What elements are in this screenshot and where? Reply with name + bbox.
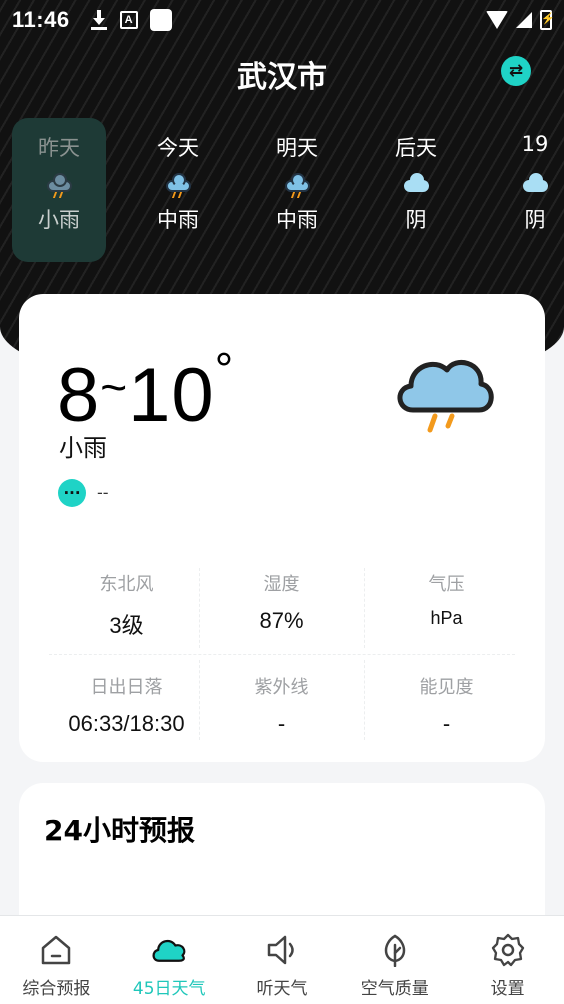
speaker-icon — [264, 932, 300, 968]
nav-label: 听天气 — [256, 979, 308, 999]
city-title[interactable]: 武汉市 — [0, 52, 564, 96]
cloud-icon — [520, 172, 550, 194]
metric-label: 气压 — [428, 574, 465, 595]
divider — [199, 660, 200, 740]
swap-icon: ⇄ — [508, 60, 524, 81]
nav-label: 综合预报 — [22, 979, 91, 999]
day-name: 19 — [521, 132, 549, 156]
battery-charging-icon — [540, 10, 555, 30]
day-item-yesterday[interactable]: 昨天 小雨 — [12, 118, 106, 262]
nav-item-air-quality[interactable]: 空气质量 — [338, 916, 451, 1004]
nav-item-45-day[interactable]: 45日天气 — [113, 916, 226, 1004]
metric-value: 87% — [259, 608, 304, 633]
bottom-nav: 综合预报 45日天气 听天气 空气质量 设置 — [0, 915, 564, 1004]
metric-label: 东北风 — [99, 574, 154, 595]
day-item-today[interactable]: 今天 中雨 — [131, 118, 225, 262]
notice-text: -- — [97, 483, 109, 502]
status-bar: 11:46 A — [0, 0, 564, 40]
switch-city-button[interactable]: ⇄ — [501, 56, 531, 86]
metric-label: 湿度 — [263, 574, 300, 595]
metric-pressure: 气压 hPa — [369, 564, 524, 644]
metric-humidity: 湿度 87% — [204, 564, 359, 644]
rain-cloud-icon — [163, 172, 193, 198]
signal-icon — [516, 12, 532, 28]
metric-wind: 东北风 3级 — [49, 564, 204, 644]
nav-label: 45日天气 — [132, 979, 206, 999]
metric-label: 能见度 — [419, 677, 474, 698]
notification-square-icon — [149, 9, 172, 31]
day-condition: 中雨 — [157, 208, 199, 232]
day-condition: 阴 — [524, 208, 546, 232]
days-row: 昨天 小雨 今天 中雨 明天 中雨 后天 阴 19 阴 — [0, 118, 564, 262]
current-weather-card: 8~10° 小雨 ··· -- 东北风 3级 湿度 87% 气压 hPa 日出日… — [19, 294, 545, 762]
day-name: 昨天 — [38, 136, 80, 160]
metric-visibility: 能见度 - — [369, 667, 524, 747]
rain-cloud-large-icon — [397, 360, 494, 433]
nav-label: 设置 — [490, 979, 525, 999]
day-condition: 阴 — [405, 208, 427, 232]
gear-icon — [490, 932, 526, 968]
metric-uv: 紫外线 - — [204, 667, 359, 747]
temp-tilde: ~ — [100, 361, 129, 413]
nav-item-settings[interactable]: 设置 — [451, 916, 564, 1004]
status-time: 11:46 — [12, 7, 70, 32]
metric-value: - — [277, 711, 286, 736]
temperature-range: 8~10° — [57, 342, 234, 439]
a-badge-icon: A — [119, 11, 138, 29]
leaf-icon — [377, 932, 413, 968]
forecast-title: 24小时预报 — [44, 814, 195, 847]
rain-cloud-icon — [282, 172, 312, 198]
nav-item-overview[interactable]: 综合预报 — [0, 916, 113, 1004]
temp-low: 8 — [57, 353, 101, 438]
home-icon — [38, 932, 74, 968]
metric-label: 日出日落 — [90, 677, 163, 698]
day-item-19[interactable]: 19 阴 — [488, 118, 564, 262]
metric-sunrise-sunset: 日出日落 06:33/18:30 — [49, 667, 204, 747]
metric-value: hPa — [430, 608, 463, 628]
day-name: 明天 — [276, 136, 318, 160]
rain-cloud-icon — [44, 172, 74, 198]
cloud-icon — [151, 932, 187, 968]
metric-value: - — [442, 711, 451, 736]
wifi-icon — [486, 11, 508, 29]
day-item-day-after[interactable]: 后天 阴 — [369, 118, 463, 262]
temp-high: 10 — [128, 353, 215, 438]
divider — [199, 568, 200, 648]
metric-label: 紫外线 — [254, 677, 309, 698]
divider — [364, 660, 365, 740]
day-name: 后天 — [395, 136, 437, 160]
current-condition: 小雨 — [59, 434, 107, 462]
download-icon — [90, 10, 108, 30]
day-condition: 中雨 — [276, 208, 318, 232]
cloud-icon — [401, 172, 431, 194]
nav-label: 空气质量 — [360, 979, 429, 999]
day-item-tomorrow[interactable]: 明天 中雨 — [250, 118, 344, 262]
chat-bubble-icon: ··· — [58, 479, 86, 507]
metric-value: 3级 — [109, 613, 144, 638]
divider — [364, 568, 365, 648]
day-condition: 小雨 — [38, 208, 80, 232]
nav-item-listen-weather[interactable]: 听天气 — [226, 916, 339, 1004]
degree-sign: ° — [214, 343, 235, 395]
divider — [49, 654, 515, 655]
metric-value: 06:33/18:30 — [68, 711, 185, 736]
day-name: 今天 — [157, 136, 199, 160]
